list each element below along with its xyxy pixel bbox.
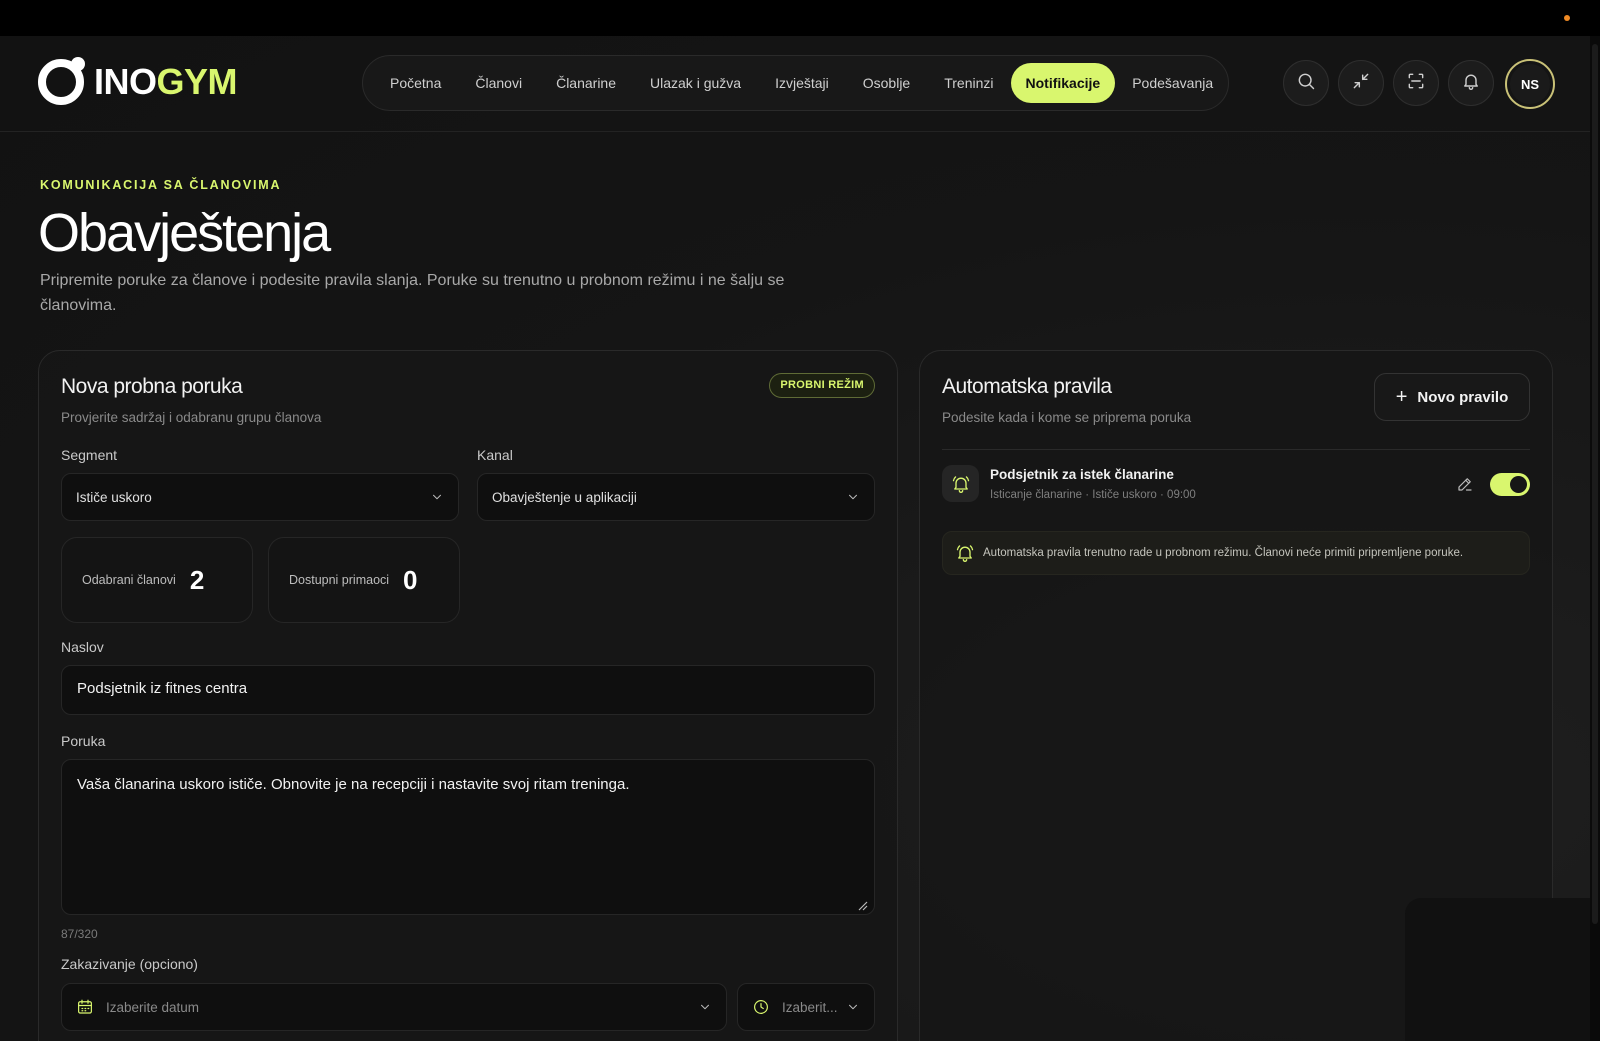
title-input[interactable]: Podsjetnik iz fitnes centra <box>61 665 875 715</box>
compose-title: Nova probna poruka <box>61 375 243 398</box>
trial-mode-note: Automatska pravila trenutno rade u probn… <box>942 531 1530 575</box>
character-counter: 87/320 <box>61 927 98 941</box>
compose-card: Nova probna poruka Provjerite sadržaj i … <box>38 350 898 1041</box>
nav-item-notifikacije[interactable]: Notifikacije <box>1010 63 1116 103</box>
floating-panel <box>1405 898 1590 1041</box>
collapse-button[interactable] <box>1338 60 1384 106</box>
compose-subtitle: Provjerite sadržaj i odabranu grupu član… <box>61 410 322 425</box>
nav-item-clanarine[interactable]: Članarine <box>539 63 633 103</box>
nav-item-clanovi[interactable]: Članovi <box>458 63 539 103</box>
page-description: Pripremite poruke za članove i podesite … <box>40 272 785 314</box>
title-field-label: Naslov <box>61 639 104 655</box>
resize-handle-icon[interactable] <box>858 898 868 911</box>
scrollbar[interactable] <box>1590 36 1600 1041</box>
page-title: Obavještenja <box>38 203 331 263</box>
nav-item-ulazak[interactable]: Ulazak i gužva <box>633 63 758 103</box>
rules-subtitle: Podesite kada i kome se priprema poruka <box>942 410 1192 425</box>
segment-select[interactable]: Ističe uskoro <box>61 473 459 521</box>
stat-label: Dostupni primaoci <box>289 573 390 587</box>
rule-item: Podsjetnik za istek članarine Isticanje … <box>942 461 1530 511</box>
chevron-down-icon <box>846 1000 860 1017</box>
top-header: INOGYM Početna Članovi Članarine Ulazak … <box>0 36 1590 132</box>
rule-enabled-toggle[interactable] <box>1490 473 1530 496</box>
time-picker[interactable]: Izaberit... <box>737 983 875 1031</box>
date-picker[interactable]: Izaberite datum <box>61 983 727 1031</box>
page-eyebrow: KOMUNIKACIJA SA ČLANOVIMA <box>40 178 282 192</box>
segment-value: Ističe uskoro <box>76 489 152 505</box>
trial-mode-badge: PROBNI REŽIM <box>769 373 875 398</box>
divider <box>942 449 1530 450</box>
selected-members-stat: Odabrani članovi 2 <box>61 537 253 623</box>
brand-name: INOGYM <box>94 61 238 102</box>
scan-icon <box>1406 71 1426 96</box>
new-rule-label: Novo pravilo <box>1417 388 1509 406</box>
collapse-icon <box>1351 71 1371 96</box>
user-avatar[interactable]: NS <box>1505 59 1555 109</box>
rules-title: Automatska pravila <box>942 375 1112 398</box>
title-input-value: Podsjetnik iz fitnes centra <box>77 680 248 697</box>
search-icon <box>1296 71 1316 96</box>
plus-icon: + <box>1395 386 1408 408</box>
status-dot <box>1564 15 1570 21</box>
edit-icon[interactable] <box>1456 475 1474 493</box>
bell-icon <box>1461 71 1481 96</box>
chevron-down-icon <box>846 490 860 504</box>
available-recipients-stat: Dostupni primaoci 0 <box>268 537 460 623</box>
logo-mark-icon <box>38 57 85 105</box>
message-textarea[interactable]: Vaša članarina uskoro ističe. Obnovite j… <box>61 759 875 915</box>
bell-ringing-icon <box>942 465 979 502</box>
scan-button[interactable] <box>1393 60 1439 106</box>
segment-label: Segment <box>61 447 118 463</box>
nav-item-osoblje[interactable]: Osoblje <box>846 63 927 103</box>
channel-select[interactable]: Obavještenje u aplikaciji <box>477 473 875 521</box>
note-text: Automatska pravila trenutno rade u probn… <box>983 547 1464 559</box>
date-placeholder: Izaberite datum <box>106 999 200 1015</box>
brand-logo[interactable]: INOGYM <box>38 57 238 105</box>
message-field-label: Poruka <box>61 733 106 749</box>
scrollbar-thumb[interactable] <box>1592 44 1598 924</box>
channel-value: Obavještenje u aplikaciji <box>492 489 637 505</box>
stat-value: 2 <box>189 564 205 595</box>
avatar-initials: NS <box>1510 64 1550 104</box>
channel-label: Kanal <box>477 447 513 463</box>
nav-item-pocetna[interactable]: Početna <box>373 63 458 103</box>
app-shell: INOGYM Početna Članovi Članarine Ulazak … <box>0 36 1590 1041</box>
chevron-down-icon <box>430 490 444 504</box>
nav-item-treninzi[interactable]: Treninzi <box>927 63 1010 103</box>
nav-item-izvjestaji[interactable]: Izvještaji <box>758 63 846 103</box>
notifications-button[interactable] <box>1448 60 1494 106</box>
rule-meta: Isticanje članarine · Ističe uskoro · 09… <box>990 489 1196 501</box>
nav-item-podesavanja[interactable]: Podešavanja <box>1115 63 1230 103</box>
stat-label: Odabrani članovi <box>82 573 176 587</box>
window-top-bar <box>0 0 1600 36</box>
bell-ringing-icon <box>955 543 975 563</box>
calendar-icon <box>76 998 94 1016</box>
stat-value: 0 <box>403 564 418 595</box>
search-button[interactable] <box>1283 60 1329 106</box>
new-rule-button[interactable]: + Novo pravilo <box>1374 373 1530 421</box>
time-placeholder: Izaberit... <box>782 999 838 1015</box>
schedule-label: Zakazivanje (opciono) <box>61 956 198 972</box>
message-textarea-value: Vaša članarina uskoro ističe. Obnovite j… <box>77 776 630 793</box>
chevron-down-icon <box>698 1000 712 1017</box>
main-nav: Početna Članovi Članarine Ulazak i gužva… <box>362 55 1229 111</box>
rule-name: Podsjetnik za istek članarine <box>990 467 1174 482</box>
toggle-knob <box>1510 476 1527 493</box>
clock-icon <box>752 998 770 1016</box>
